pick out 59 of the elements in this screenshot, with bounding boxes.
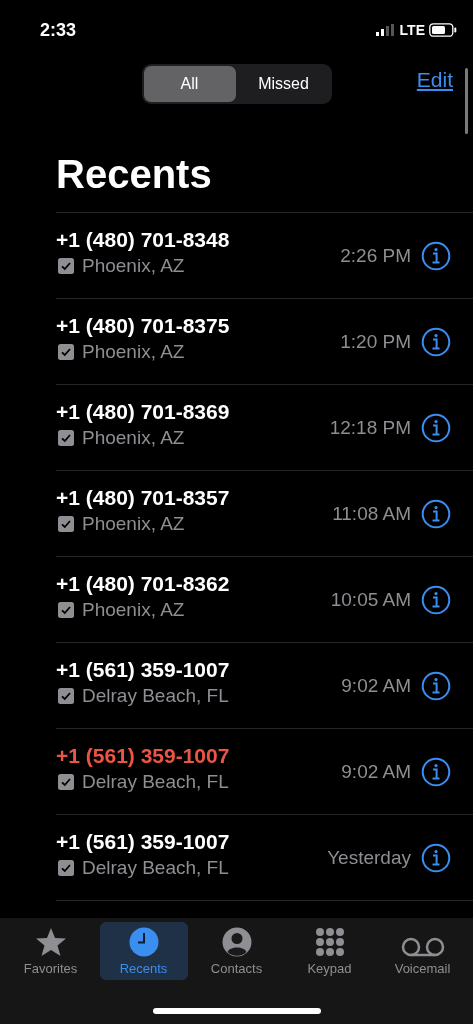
status-time: 2:33 (40, 19, 77, 41)
call-time: 9:02 AM (341, 760, 411, 783)
checkmark-icon (58, 860, 74, 876)
filter-tab[interactable]: Missed (237, 66, 330, 102)
call-time: 11:08 AM (332, 502, 411, 525)
call-time: 9:02 AM (341, 674, 411, 697)
checkmark-icon (58, 774, 74, 790)
checkmark-icon (58, 688, 74, 704)
tab-bar-item[interactable]: Favorites (6, 922, 95, 980)
filter-tab[interactable]: All (143, 66, 236, 102)
call-location: Phoenix, AZ (82, 255, 185, 277)
phone-number[interactable]: +1 (561) 359-1007 (56, 830, 230, 854)
call-time: 2:26 PM (340, 244, 411, 267)
call-location: Phoenix, AZ (82, 427, 185, 449)
call-location: Phoenix, AZ (82, 513, 185, 535)
info-icon[interactable] (421, 498, 451, 529)
info-icon[interactable] (421, 756, 451, 787)
call-time: 1:20 PM (340, 330, 411, 353)
info-icon[interactable] (421, 584, 451, 615)
tab-bar-item[interactable]: Recents (99, 922, 188, 980)
battery-icon (429, 23, 457, 37)
scroll-bar (465, 68, 468, 134)
info-icon[interactable] (421, 670, 451, 701)
phone-number[interactable]: +1 (480) 701-8348 (56, 228, 230, 252)
edit-link[interactable]: Edit (416, 68, 453, 92)
info-icon[interactable] (421, 412, 451, 443)
call-time: Yesterday (327, 846, 411, 869)
checkmark-icon (58, 344, 74, 360)
phone-number[interactable]: +1 (480) 701-8357 (56, 486, 230, 510)
call-location: Delray Beach, FL (82, 857, 229, 879)
page-title: Recents (55, 151, 213, 198)
phone-number[interactable]: +1 (480) 701-8375 (56, 314, 230, 338)
info-icon[interactable] (421, 326, 451, 357)
phone-number[interactable]: +1 (561) 359-1007 (56, 744, 230, 768)
star-icon (34, 927, 67, 957)
keypad-icon (314, 927, 345, 957)
tab-bar-item[interactable]: Contacts (192, 922, 281, 980)
call-time: 10:05 AM (330, 588, 411, 611)
signal-icon (375, 24, 396, 36)
call-time: 12:18 PM (329, 416, 411, 439)
info-icon[interactable] (421, 842, 451, 873)
phone-number[interactable]: +1 (480) 701-8362 (56, 572, 230, 596)
clock-icon (128, 927, 159, 957)
network-label: LTE (399, 22, 425, 38)
call-location: Delray Beach, FL (82, 685, 229, 707)
voicemail-icon (400, 937, 445, 957)
info-icon[interactable] (421, 240, 451, 271)
phone-number[interactable]: +1 (480) 701-8369 (56, 400, 230, 424)
checkmark-icon (58, 516, 74, 532)
checkmark-icon (58, 430, 74, 446)
tab-bar-item[interactable]: Keypad (285, 922, 374, 980)
call-location: Phoenix, AZ (82, 341, 185, 363)
person-icon (221, 927, 252, 957)
checkmark-icon (58, 258, 74, 274)
call-location: Phoenix, AZ (82, 599, 185, 621)
phone-number[interactable]: +1 (561) 359-1007 (56, 658, 230, 682)
call-location: Delray Beach, FL (82, 771, 229, 793)
checkmark-icon (58, 602, 74, 618)
tab-bar-item[interactable]: Voicemail (378, 922, 467, 980)
